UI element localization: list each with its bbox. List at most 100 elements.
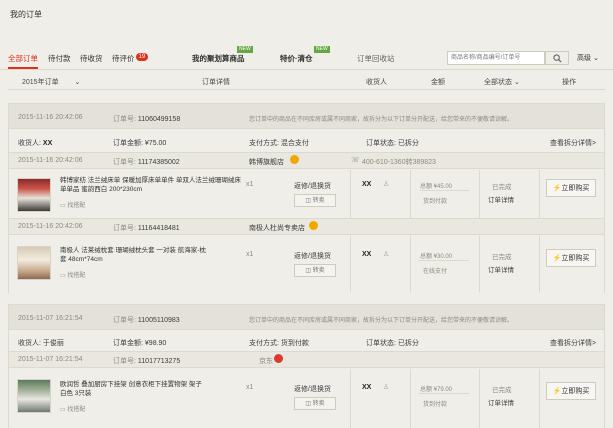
- split-notice: 您订单中的商品在不同库房或属不同商家，故拆分为以下订单分开配送，给您带来的不便敬…: [249, 318, 514, 324]
- user-icon[interactable]: ♙: [383, 180, 389, 188]
- new-tag: NEW: [314, 46, 330, 53]
- view-split-link[interactable]: 查看拆分详情>: [550, 338, 596, 348]
- product-title[interactable]: 南极人 法莱绒枕套 珊瑚绒枕头套 一对装 航海家-枕套 48cm*74cm: [60, 246, 210, 264]
- order-card: 2015-11-16 20:42:06 订单号: 11060499158 您订单…: [8, 103, 605, 293]
- order-detail-link[interactable]: 订单详情: [488, 194, 514, 204]
- divider: [479, 369, 480, 428]
- order-time: 2015-11-16 20:42:06: [18, 114, 83, 121]
- payment-method-value: 混合支付: [280, 140, 309, 147]
- sub-order-header: 2015-11-16 20:42:06 订单号: 11174385002 韩博旗…: [9, 153, 604, 169]
- tab-clearance[interactable]: 特价·清仓: [280, 53, 313, 64]
- order-status-value: 已拆分: [397, 140, 419, 147]
- status-filter-label: 全部状态: [484, 79, 512, 86]
- divider: [410, 170, 411, 218]
- item-row: 韩博家纺 法兰绒床单 保暖加厚床单单件 单双人法兰绒珊瑚绒床单单品 蜜韵西白 2…: [9, 170, 604, 219]
- find-collocation-label: 找搭配: [67, 203, 86, 209]
- sub-order-number-value[interactable]: 11164418481: [138, 225, 180, 232]
- find-collocation-link[interactable]: ▭ 找搭配: [60, 270, 85, 279]
- search-input[interactable]: [447, 51, 545, 65]
- active-tab-underline: [8, 67, 38, 69]
- sub-order-number-value[interactable]: 11174385002: [138, 159, 180, 166]
- buy-now-button[interactable]: ⚡立即购买: [546, 179, 596, 197]
- payment-method-label: 支付方式:: [249, 140, 279, 147]
- order-status: 订单状态: 已拆分: [366, 338, 419, 348]
- year-filter-label: 2015年订单: [22, 79, 59, 86]
- tab-all-orders[interactable]: 全部订单: [8, 53, 38, 64]
- user-icon[interactable]: ♙: [383, 383, 389, 391]
- view-split-link[interactable]: 查看拆分详情>: [550, 138, 596, 148]
- product-title[interactable]: 欧润哲 叠加厨房下挂架 创意衣柜下挂置物架 架子 白色 3只装: [60, 380, 210, 398]
- order-status-label: 订单状态:: [366, 140, 396, 147]
- advanced-search-link[interactable]: 高级 ⌄: [577, 53, 599, 63]
- resell-button[interactable]: ◫ 转卖: [294, 194, 336, 207]
- item-total: 总额 ¥79.00: [420, 387, 453, 393]
- item-payment-type: 货到付款: [423, 199, 448, 205]
- shop-name[interactable]: 京东: [259, 356, 273, 366]
- chat-icon[interactable]: [309, 221, 318, 230]
- order-amount: 订单金额: ¥98.90: [113, 338, 166, 348]
- item-payment-type: 货到付款: [423, 402, 448, 408]
- tab-pending-receipt[interactable]: 待收货: [80, 53, 103, 64]
- order-time: 2015-11-07 16:21:54: [18, 315, 83, 322]
- divider: [479, 236, 480, 292]
- resell-button[interactable]: ◫ 转卖: [294, 397, 336, 410]
- phone-icon: ☏: [351, 157, 360, 164]
- year-filter[interactable]: 2015年订单 ⌄: [22, 77, 80, 87]
- order-header: 2015-11-07 16:21:54 订单号: 11005110983 您订单…: [9, 305, 604, 330]
- quantity: x1: [246, 181, 254, 188]
- buy-now-button[interactable]: ⚡立即购买: [546, 382, 596, 400]
- sub-order-number-value[interactable]: 11017713275: [138, 358, 180, 365]
- chevron-down-icon: ⌄: [513, 79, 520, 86]
- divider: [479, 170, 480, 218]
- return-exchange-link[interactable]: 返修/退换货: [294, 384, 331, 394]
- sub-order-number-label: 订单号:: [113, 358, 136, 365]
- sub-order-header: 2015-11-07 16:21:54 订单号: 11017713275 京东: [9, 352, 604, 368]
- order-number: 订单号: 11060499158: [113, 114, 180, 124]
- receiver-info: 收货人: 于俊丽: [18, 338, 64, 348]
- product-image[interactable]: [17, 246, 51, 280]
- divider: [419, 190, 469, 191]
- payment-method-label: 支付方式:: [249, 340, 279, 347]
- quantity: x1: [246, 251, 254, 258]
- header-amount: 金额: [431, 79, 445, 86]
- return-exchange-link[interactable]: 返修/退换货: [294, 181, 331, 191]
- collocation-icon: ▭: [60, 203, 66, 209]
- find-collocation-label: 找搭配: [67, 273, 86, 279]
- new-tag: NEW: [237, 46, 253, 53]
- order-amount-value: ¥98.90: [144, 340, 167, 347]
- order-detail-link[interactable]: 订单详情: [488, 397, 514, 407]
- resell-label: 转卖: [312, 268, 325, 274]
- product-image[interactable]: [17, 379, 51, 413]
- resell-button[interactable]: ◫ 转卖: [294, 264, 336, 277]
- collocation-icon: ▭: [60, 407, 66, 413]
- return-exchange-link[interactable]: 返修/退换货: [294, 251, 331, 261]
- product-image[interactable]: [17, 178, 51, 212]
- chevron-down-icon: ⌄: [592, 55, 599, 62]
- tab-pending-review[interactable]: 待评价 19: [112, 53, 149, 64]
- tab-group-buy[interactable]: 我的聚划算商品: [192, 53, 245, 64]
- search-button[interactable]: [545, 51, 569, 65]
- find-collocation-link[interactable]: ▭ 找搭配: [60, 404, 85, 413]
- buy-now-button[interactable]: ⚡立即购买: [546, 249, 596, 267]
- header-detail: 订单详情: [202, 79, 230, 86]
- divider: [350, 236, 351, 292]
- order-detail-link[interactable]: 订单详情: [488, 264, 514, 274]
- order-summary: 收货人: XX 订单金额: ¥75.00 支付方式: 混合支付 订单状态: 已拆…: [9, 129, 604, 153]
- user-icon[interactable]: ♙: [383, 250, 389, 258]
- order-number-value[interactable]: 11005110983: [138, 317, 180, 324]
- tab-pending-payment[interactable]: 待付款: [48, 53, 71, 64]
- shop-name[interactable]: 韩博旗舰店: [249, 157, 284, 167]
- item-state: 已完成: [492, 184, 512, 191]
- order-number-value[interactable]: 11060499158: [138, 116, 180, 123]
- shop-name[interactable]: 南极人杜尚专卖店: [249, 223, 305, 233]
- order-number-label: 订单号:: [113, 317, 136, 324]
- item-total: 总额 ¥30.00: [420, 254, 453, 260]
- order-number: 订单号: 11005110983: [113, 315, 180, 325]
- chat-icon[interactable]: [290, 155, 299, 164]
- product-title[interactable]: 韩博家纺 法兰绒床单 保暖加厚床单单件 单双人法兰绒珊瑚绒床单单品 蜜韵西白 2…: [60, 176, 246, 194]
- status-filter[interactable]: 全部状态 ⌄: [484, 77, 520, 87]
- resell-label: 转卖: [312, 401, 325, 407]
- tab-recycle-bin[interactable]: 订单回收站: [357, 53, 395, 64]
- find-collocation-link[interactable]: ▭ 找搭配: [60, 200, 85, 209]
- review-count-badge: 19: [135, 53, 149, 61]
